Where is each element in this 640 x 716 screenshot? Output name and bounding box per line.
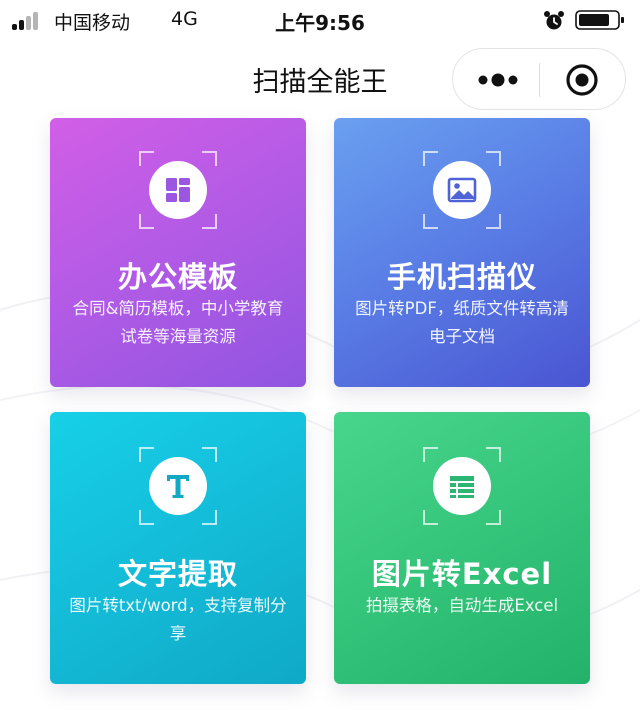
table-icon	[450, 476, 474, 498]
card-title: 手机扫描仪	[386, 260, 537, 294]
card-office-templates[interactable]: 办公模板 合同&简历模板，中小学教育试卷等海量资源	[50, 118, 306, 387]
image-icon	[447, 177, 477, 203]
icon-frame	[422, 150, 502, 230]
text-t-icon	[167, 475, 189, 498]
icon-circle	[149, 161, 207, 219]
card-image-to-excel[interactable]: 图片转Excel 拍摄表格，自动生成Excel	[334, 412, 590, 684]
icon-frame	[138, 446, 218, 526]
status-bar: 中国移动 4G 上午9:56	[0, 0, 640, 40]
icon-circle	[433, 457, 491, 515]
card-description: 图片转txt/word，支持复制分享	[69, 596, 287, 643]
card-description: 图片转PDF，纸质文件转高清电子文档	[355, 299, 569, 346]
icon-circle	[149, 457, 207, 515]
icon-frame	[138, 150, 218, 230]
card-description: 合同&简历模板，中小学教育试卷等海量资源	[72, 299, 284, 346]
capsule-divider	[539, 63, 540, 97]
template-grid-icon	[166, 178, 190, 202]
more-icon[interactable]	[477, 71, 519, 89]
battery-icon	[575, 10, 624, 30]
card-title: 文字提取	[117, 557, 238, 591]
card-phone-scanner[interactable]: 手机扫描仪 图片转PDF，纸质文件转高清电子文档	[334, 118, 590, 387]
card-title: 办公模板	[117, 260, 238, 294]
icon-frame	[422, 446, 502, 526]
close-icon[interactable]	[565, 63, 599, 97]
alarm-icon	[544, 11, 564, 30]
card-description: 拍摄表格，自动生成Excel	[365, 596, 559, 615]
card-text-extraction[interactable]: 文字提取 图片转txt/word，支持复制分享	[50, 412, 306, 684]
icon-circle	[433, 161, 491, 219]
mini-program-capsule	[452, 48, 626, 110]
card-title: 图片转Excel	[371, 557, 553, 591]
